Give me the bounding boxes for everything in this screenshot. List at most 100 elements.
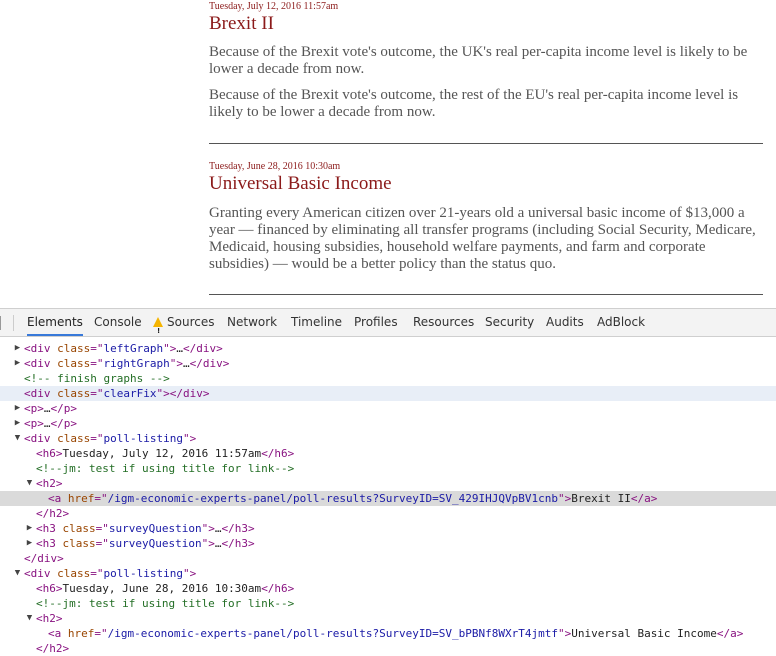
markup-token: class bbox=[57, 342, 91, 355]
markup-token: poll-listing bbox=[103, 567, 183, 580]
markup-token: /igm-economic-experts-panel/poll-results… bbox=[107, 492, 558, 505]
expand-triangle-icon[interactable]: ▶ bbox=[13, 356, 22, 371]
dom-node-row[interactable]: <h6>Tuesday, June 28, 2016 10:30am</h6> bbox=[0, 581, 776, 596]
survey-question: Because of the Brexit vote's outcome, th… bbox=[209, 87, 739, 120]
dom-node-row[interactable]: ▼ <div class="poll-listing"> bbox=[0, 566, 776, 581]
dom-node-row[interactable]: <h6>Tuesday, July 12, 2016 11:57am</h6> bbox=[0, 446, 776, 461]
markup-token: </a> bbox=[630, 492, 658, 505]
divider bbox=[209, 294, 763, 295]
expand-triangle-icon[interactable]: ▶ bbox=[13, 416, 22, 431]
dom-node-row[interactable]: ▼ <h2> bbox=[0, 611, 776, 626]
dom-node-row[interactable]: ▶ <div class="rightGraph">…</div> bbox=[0, 356, 776, 371]
dom-node-markup: <div class="leftGraph">…</div> bbox=[24, 341, 223, 356]
dom-node-markup: <h6>Tuesday, July 12, 2016 11:57am</h6> bbox=[36, 446, 294, 461]
dom-node-markup: <a href="/igm-economic-experts-panel/pol… bbox=[48, 626, 743, 641]
markup-token: … bbox=[43, 402, 51, 415]
tab-console[interactable]: Console bbox=[94, 309, 142, 336]
markup-token: <h6> bbox=[36, 447, 63, 460]
dom-node-markup: <!--jm: test if using title for link--> bbox=[36, 596, 294, 611]
panel-edge bbox=[0, 316, 1, 330]
markup-token: </h3> bbox=[221, 522, 255, 535]
markup-token: <h2> bbox=[36, 612, 63, 625]
markup-token: =" bbox=[90, 567, 104, 580]
dom-node-markup: <div class="rightGraph">…</div> bbox=[24, 356, 229, 371]
dom-node-row[interactable]: <div class="clearFix"></div> bbox=[0, 386, 776, 401]
markup-token: </div> bbox=[189, 357, 230, 370]
dom-node-row[interactable]: </h2> bbox=[0, 641, 776, 656]
dom-node-row[interactable]: ▶ <p>…</p> bbox=[0, 401, 776, 416]
dom-node-markup: <!--jm: test if using title for link--> bbox=[36, 461, 294, 476]
markup-token: <!--jm: test if using title for link--> bbox=[36, 597, 295, 610]
markup-token: class bbox=[57, 357, 91, 370]
poll-page: Tuesday, July 12, 2016 11:57am Brexit II… bbox=[0, 0, 776, 308]
markup-token: class bbox=[62, 537, 96, 550]
markup-token: </p> bbox=[50, 417, 78, 430]
markup-token: </div> bbox=[182, 342, 223, 355]
markup-token: <a bbox=[48, 627, 68, 640]
dom-node-row[interactable]: ▶ <h3 class="surveyQuestion">…</h3> bbox=[0, 536, 776, 551]
poll-title-link[interactable]: Brexit II bbox=[209, 13, 763, 35]
markup-token: … bbox=[43, 417, 51, 430]
markup-token: "> bbox=[201, 522, 215, 535]
dom-node-row[interactable]: </div> bbox=[0, 551, 776, 566]
markup-token: =" bbox=[90, 432, 104, 445]
tab-resources[interactable]: Resources bbox=[413, 309, 474, 336]
markup-token: "> bbox=[557, 492, 572, 505]
markup-token: =" bbox=[90, 342, 104, 355]
markup-token: href bbox=[67, 627, 95, 640]
markup-token: Universal Basic Income bbox=[571, 627, 717, 640]
dom-node-row[interactable]: ▶ <h3 class="surveyQuestion">…</h3> bbox=[0, 521, 776, 536]
dom-node-row[interactable]: <!--jm: test if using title for link--> bbox=[0, 461, 776, 476]
dom-node-row[interactable]: ▼ <h2> bbox=[0, 476, 776, 491]
markup-token: =" bbox=[90, 387, 104, 400]
dom-node-markup: </div> bbox=[24, 551, 64, 566]
tab-security[interactable]: Security bbox=[485, 309, 534, 336]
collapse-triangle-icon[interactable]: ▼ bbox=[25, 476, 34, 491]
markup-token: class bbox=[57, 387, 91, 400]
markup-token: "> bbox=[201, 537, 215, 550]
tab-profiles[interactable]: Profiles bbox=[354, 309, 398, 336]
collapse-triangle-icon[interactable]: ▼ bbox=[13, 431, 22, 446]
markup-token: "> bbox=[163, 342, 177, 355]
markup-token: <div bbox=[24, 357, 58, 370]
survey-question: Because of the Brexit vote's outcome, th… bbox=[209, 44, 748, 77]
dom-node-markup: <div class="poll-listing"> bbox=[24, 566, 196, 581]
tab-timeline[interactable]: Timeline bbox=[291, 309, 342, 336]
markup-token: </h2> bbox=[36, 507, 70, 520]
expand-triangle-icon[interactable]: ▶ bbox=[13, 401, 22, 416]
dom-node-markup: <a href="/igm-economic-experts-panel/pol… bbox=[48, 491, 657, 506]
tab-elements[interactable]: Elements bbox=[27, 309, 83, 336]
markup-token: <div bbox=[24, 432, 58, 445]
dom-node-row[interactable]: <a href="/igm-economic-experts-panel/pol… bbox=[0, 491, 776, 506]
tab-audits[interactable]: Audits bbox=[546, 309, 584, 336]
markup-token: <h3 bbox=[36, 522, 63, 535]
collapse-triangle-icon[interactable]: ▼ bbox=[13, 566, 22, 581]
survey-question: Granting every American citizen over 21-… bbox=[209, 205, 756, 272]
markup-token: class bbox=[57, 567, 91, 580]
dom-node-row[interactable]: <!-- finish graphs --> bbox=[0, 371, 776, 386]
dom-node-row[interactable]: ▼ <div class="poll-listing"> bbox=[0, 431, 776, 446]
tab-network[interactable]: Network bbox=[227, 309, 277, 336]
collapse-triangle-icon[interactable]: ▼ bbox=[25, 611, 34, 626]
dom-node-row[interactable]: <a href="/igm-economic-experts-panel/pol… bbox=[0, 626, 776, 641]
markup-token: =" bbox=[95, 522, 109, 535]
dom-node-row[interactable]: ▶ <p>…</p> bbox=[0, 416, 776, 431]
markup-token: … bbox=[182, 357, 190, 370]
poll-title-link[interactable]: Universal Basic Income bbox=[209, 173, 763, 195]
markup-token: … bbox=[176, 342, 183, 355]
markup-token: <p> bbox=[24, 402, 44, 415]
dom-node-row[interactable]: <!--jm: test if using title for link--> bbox=[0, 596, 776, 611]
tab-adblock[interactable]: AdBlock bbox=[597, 309, 645, 336]
dom-node-markup: <div class="poll-listing"> bbox=[24, 431, 196, 446]
markup-token: </h3> bbox=[221, 537, 255, 550]
dom-node-row[interactable]: ▶ <div class="leftGraph">…</div> bbox=[0, 341, 776, 356]
markup-token: <!--jm: test if using title for link--> bbox=[36, 462, 295, 475]
expand-triangle-icon[interactable]: ▶ bbox=[13, 341, 22, 356]
markup-token: leftGraph bbox=[103, 342, 164, 355]
markup-token: </a> bbox=[716, 627, 744, 640]
expand-triangle-icon[interactable]: ▶ bbox=[25, 521, 34, 536]
expand-triangle-icon[interactable]: ▶ bbox=[25, 536, 34, 551]
tab-sources[interactable]: Sources bbox=[153, 309, 214, 345]
dom-node-row[interactable]: </h2> bbox=[0, 506, 776, 521]
poll-date: Tuesday, July 12, 2016 11:57am bbox=[209, 1, 339, 12]
